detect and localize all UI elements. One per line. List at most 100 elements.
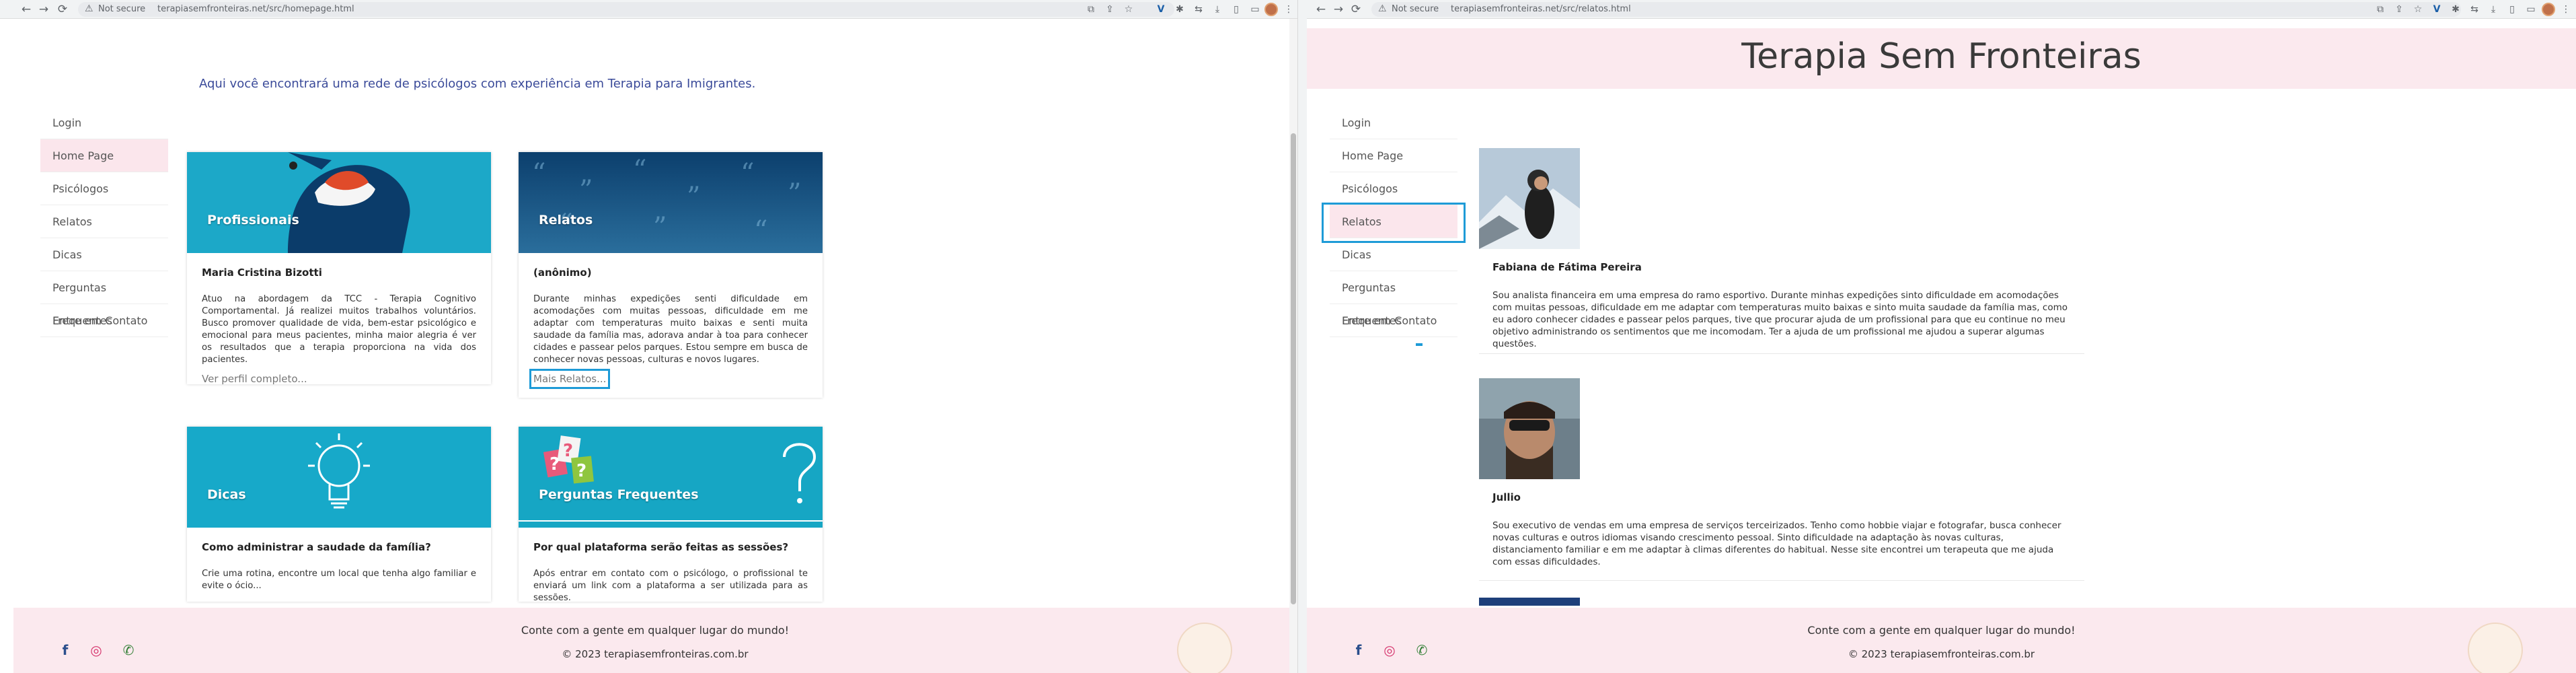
sidebar-item-dicas[interactable]: Dicas <box>1330 238 1457 271</box>
card-heading: Como administrar a saudade da família? <box>202 541 431 553</box>
forward-icon[interactable]: → <box>36 2 51 17</box>
forward-icon[interactable]: → <box>1331 2 1346 17</box>
sidebar-item-perguntas-frequentes[interactable]: Perguntas Frequentes <box>1330 271 1457 327</box>
scrollbar-thumb[interactable] <box>1291 133 1296 604</box>
card-image-title: Perguntas Frequentes <box>539 487 699 502</box>
menu-icon[interactable]: ⋮ <box>2559 3 2573 16</box>
card-heading: (anônimo) <box>533 267 592 279</box>
sidebar-item-psicologos[interactable]: Psicólogos <box>40 172 168 205</box>
instagram-icon[interactable]: ◎ <box>87 641 105 659</box>
card-text: Crie uma rotina, encontre um local que t… <box>202 569 476 591</box>
sidebar-item-home-page[interactable]: Home Page <box>1330 139 1457 172</box>
browser-toolbar: ← → ⟳ ⚠ Not secure terapiasemfronteiras.… <box>1307 0 2576 19</box>
question-marks-illustration-icon: ??? <box>519 427 823 528</box>
star-icon[interactable]: ☆ <box>1122 3 1135 16</box>
puzzle-icon[interactable]: ✱ <box>1173 3 1186 16</box>
scrollbar[interactable] <box>1289 19 1297 673</box>
svg-text:?: ? <box>576 461 586 481</box>
site-title: Terapia Sem Fronteiras <box>1741 36 2142 77</box>
svg-text:”: ” <box>788 178 801 209</box>
menu-icon[interactable]: ⋮ <box>1282 3 1295 16</box>
profile-avatar[interactable] <box>1264 3 1278 16</box>
site-logo <box>2468 623 2523 673</box>
bookmark-icon[interactable]: ▭ <box>2524 3 2538 16</box>
sidepanel-icon[interactable]: ▯ <box>1229 3 1243 16</box>
bookmark-icon[interactable]: ▭ <box>1248 3 1262 16</box>
post-text: Sou executivo de vendas em uma empresa d… <box>1492 520 2061 567</box>
share-icon[interactable]: ⇪ <box>2392 3 2406 16</box>
extension-icon[interactable]: V <box>2430 3 2444 16</box>
profile-avatar[interactable] <box>2542 3 2555 16</box>
head-illustration-icon <box>187 152 491 253</box>
warning-icon: ⚠ <box>1378 3 1387 14</box>
card-perguntas-frequentes: ??? Perguntas Frequentes Por qual plataf… <box>519 427 823 603</box>
facebook-icon[interactable]: f <box>1350 641 1367 659</box>
author-name: Fabiana de Fátima Pereira <box>1492 261 1642 273</box>
extension-icon[interactable]: V <box>1154 3 1168 16</box>
site-logo <box>1177 623 1232 673</box>
author-name: Jullio <box>1492 491 1521 503</box>
sidebar-item-login[interactable]: Login <box>1330 106 1457 139</box>
card-dicas: Dicas Como administrar a saudade da famí… <box>187 427 491 602</box>
mountain-photo-icon <box>1479 148 1580 249</box>
ver-perfil-link[interactable]: Ver perfil completo... <box>202 373 307 385</box>
sidebar-item-perguntas-frequentes[interactable]: Perguntas Frequentes <box>40 271 168 327</box>
translate-icon[interactable]: ⧉ <box>2374 3 2387 16</box>
svg-text:?: ? <box>563 441 573 461</box>
divider <box>1479 580 2084 581</box>
reload-icon[interactable]: ⟳ <box>1349 2 1363 17</box>
sidebar: Login Home Page Psicólogos Relatos Dicas… <box>40 106 168 337</box>
sidebar-item-home-page[interactable]: Home Page <box>40 139 168 172</box>
share-icon[interactable]: ⇪ <box>1103 3 1116 16</box>
star-icon[interactable]: ☆ <box>2411 3 2425 16</box>
reload-icon[interactable]: ⟳ <box>55 2 70 17</box>
card-image: Dicas <box>187 427 491 528</box>
next-author-photo <box>1479 598 1580 606</box>
svg-text:“: “ <box>633 155 646 186</box>
url-text[interactable]: terapiasemfronteiras.net/src/relatos.htm… <box>1451 4 1631 14</box>
sidebar-item-entre-em-contato[interactable]: Entre em Contato <box>1330 304 1457 337</box>
card-image-title: Dicas <box>207 487 246 502</box>
address-bar[interactable]: ⚠ Not secure terapiasemfronteiras.net/sr… <box>78 2 1174 17</box>
sidepanel-icon[interactable]: ▯ <box>2505 3 2519 16</box>
address-bar[interactable]: ⚠ Not secure terapiasemfronteiras.net/sr… <box>1371 2 2461 17</box>
card-profissionais: Profissionais Maria Cristina Bizotti Atu… <box>187 152 491 385</box>
download-icon[interactable]: ⤓ <box>2487 3 2500 16</box>
divider <box>1479 353 2084 354</box>
back-icon[interactable]: ← <box>19 2 34 17</box>
footer-copyright: © 2023 terapiasemfronteiras.com.br <box>1848 648 2035 660</box>
facebook-icon[interactable]: f <box>56 641 74 659</box>
left-browser-window: ← → ⟳ ⚠ Not secure terapiasemfronteiras.… <box>0 0 1303 673</box>
card-text: Durante minhas expedições senti dificuld… <box>533 294 808 365</box>
svg-text:”: ” <box>687 182 700 213</box>
tab-search-icon[interactable]: ⇆ <box>1192 3 1205 16</box>
footer-copyright: © 2023 terapiasemfronteiras.com.br <box>562 648 749 660</box>
card-heading: Maria Cristina Bizotti <box>202 267 322 279</box>
sidebar-item-relatos[interactable]: Relatos <box>40 205 168 238</box>
card-image: Profissionais <box>187 152 491 253</box>
loading-indicator <box>1416 343 1423 346</box>
intro-text: Aqui você encontrará uma rede de psicólo… <box>199 77 756 91</box>
url-text[interactable]: terapiasemfronteiras.net/src/homepage.ht… <box>157 4 354 14</box>
quotes-illustration-icon: “”“” “”“” “ <box>519 152 823 253</box>
translate-icon[interactable]: ⧉ <box>1084 3 1098 16</box>
card-text: Após entrar em contato com o psicólogo, … <box>533 569 808 603</box>
back-icon[interactable]: ← <box>1314 2 1328 17</box>
tab-search-icon[interactable]: ⇆ <box>2468 3 2481 16</box>
whatsapp-icon[interactable]: ✆ <box>1413 641 1431 659</box>
footer: Conte com a gente em qualquer lugar do m… <box>1307 608 2576 673</box>
sidebar-item-login[interactable]: Login <box>40 106 168 139</box>
mais-relatos-link[interactable]: Mais Relatos... <box>529 369 611 389</box>
lightbulb-illustration-icon <box>187 427 491 528</box>
sidebar-item-dicas[interactable]: Dicas <box>40 238 168 271</box>
puzzle-icon[interactable]: ✱ <box>2449 3 2462 16</box>
svg-text:”: ” <box>579 175 593 206</box>
download-icon[interactable]: ⤓ <box>1211 3 1224 16</box>
sidebar-item-entre-em-contato[interactable]: Entre em Contato <box>40 304 168 337</box>
whatsapp-icon[interactable]: ✆ <box>120 641 137 659</box>
sidebar-item-psicologos[interactable]: Psicólogos <box>1330 172 1457 205</box>
browser-toolbar: ← → ⟳ ⚠ Not secure terapiasemfronteiras.… <box>0 0 1303 19</box>
instagram-icon[interactable]: ◎ <box>1381 641 1398 659</box>
svg-text:“: “ <box>741 158 754 189</box>
footer: Conte com a gente em qualquer lugar do m… <box>13 608 1297 673</box>
